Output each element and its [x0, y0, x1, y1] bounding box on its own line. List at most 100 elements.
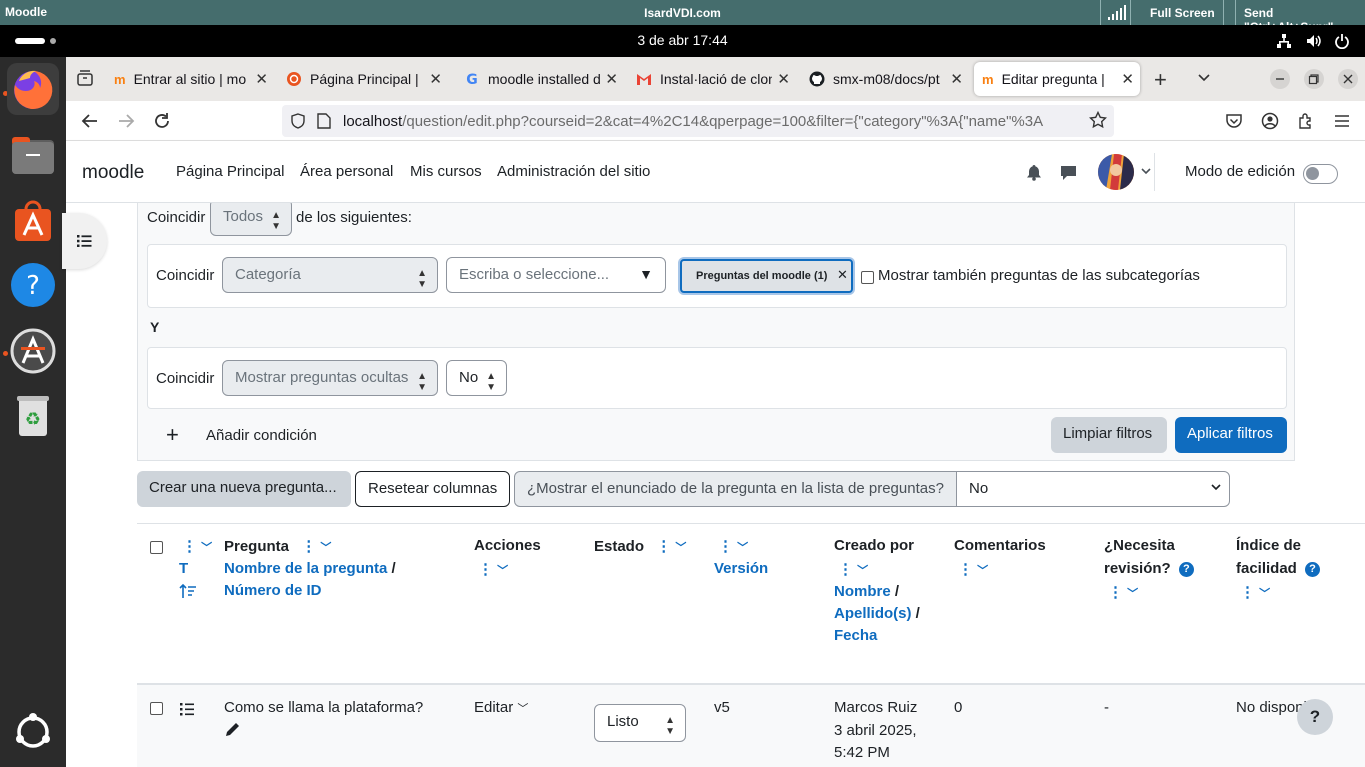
edit-mode-toggle[interactable]	[1303, 164, 1338, 184]
facility-column-menu[interactable]: ⋮ ﹀	[1240, 583, 1270, 601]
network-icon[interactable]	[1276, 33, 1292, 49]
sort-by-name-link[interactable]: Nombre de la pregunta	[224, 560, 387, 577]
software-updater-icon[interactable]	[7, 325, 59, 377]
create-question-button[interactable]: Crear una nueva pregunta...	[137, 471, 351, 507]
chevron-down-icon[interactable]	[1141, 168, 1151, 176]
clock[interactable]: 3 de abr 17:44	[0, 32, 1365, 48]
comments-column-menu[interactable]: ⋮ ﹀	[958, 560, 988, 578]
row-checkbox[interactable]	[150, 702, 163, 715]
nav-dashboard[interactable]: Área personal	[300, 163, 393, 180]
version-column-menu[interactable]: ⋮ ﹀	[718, 537, 748, 555]
needs-review-column-menu[interactable]: ⋮ ﹀	[1108, 583, 1138, 601]
nav-my-courses[interactable]: Mis cursos	[410, 163, 482, 180]
bell-icon[interactable]	[1026, 164, 1042, 181]
match-select[interactable]: Todos ▲ ▼	[210, 203, 292, 236]
reset-columns-button[interactable]: Resetear columnas	[355, 471, 510, 507]
fullscreen-button[interactable]: Full Screen	[1142, 0, 1224, 25]
help-icon[interactable]: ?	[1178, 561, 1194, 577]
page-icon[interactable]	[317, 113, 331, 129]
url-text[interactable]: localhost/question/edit.php?courseid=2&c…	[343, 113, 1103, 130]
actions-column-header: Acciones	[474, 537, 541, 554]
condition-type-select[interactable]: Mostrar preguntas ocultas ▲ ▼	[222, 360, 438, 396]
power-icon[interactable]	[1334, 33, 1350, 49]
chevron-down-icon[interactable]: ﹀	[320, 539, 331, 555]
browser-tab[interactable]: smx-m08/docs/pt ✕	[809, 62, 969, 96]
condition-type-select[interactable]: Categoría ▲ ▼	[222, 257, 438, 293]
browser-tab[interactable]: G moodle installed docker ✕	[464, 62, 624, 96]
help-icon[interactable]: ?	[1305, 561, 1321, 577]
close-icon[interactable]: ✕	[837, 267, 848, 283]
subcategories-checkbox[interactable]	[861, 271, 874, 284]
list-all-tabs-icon[interactable]	[76, 69, 94, 87]
account-icon[interactable]	[1261, 112, 1279, 130]
dropdown-arrow-icon[interactable]: ▼	[639, 266, 653, 282]
nav-home[interactable]: Página Principal	[176, 163, 284, 180]
avatar[interactable]	[1098, 154, 1134, 190]
close-icon[interactable]: ✕	[605, 70, 618, 88]
shield-icon[interactable]	[290, 113, 306, 129]
volume-icon[interactable]	[1305, 33, 1321, 49]
select-all-checkbox[interactable]	[150, 541, 163, 554]
course-index-toggle[interactable]	[62, 213, 107, 269]
show-text-select[interactable]: No	[956, 471, 1230, 507]
close-icon[interactable]: ✕	[1121, 70, 1134, 88]
add-condition-button[interactable]: Añadir condición	[206, 427, 317, 444]
nav-site-admin[interactable]: Administración del sitio	[497, 163, 650, 180]
browser-tab[interactable]: m Entrar al sitio | moodle ✕	[114, 62, 274, 96]
close-icon[interactable]: ✕	[777, 70, 790, 88]
minimize-icon[interactable]	[1270, 69, 1290, 89]
actions-column-menu[interactable]: ⋮ ﹀	[478, 560, 508, 578]
address-bar[interactable]: localhost/question/edit.php?courseid=2&c…	[282, 105, 1114, 137]
window-close-icon[interactable]	[1338, 69, 1358, 89]
pencil-icon[interactable]	[224, 721, 241, 738]
extensions-icon[interactable]	[1297, 112, 1315, 130]
restore-icon[interactable]	[1304, 69, 1324, 89]
help-button[interactable]: ?	[1297, 699, 1333, 735]
app-center-icon[interactable]	[7, 195, 59, 247]
kebab-icon[interactable]: ⋮	[656, 537, 671, 555]
category-search-input[interactable]: Escriba o seleccione... ▼	[446, 257, 666, 293]
close-icon[interactable]: ✕	[429, 70, 442, 88]
browser-tab[interactable]: Página Principal | moodle ✕	[286, 62, 448, 96]
files-icon[interactable]	[7, 130, 59, 182]
sort-by-id-link[interactable]: Número de ID	[224, 582, 322, 599]
kebab-icon[interactable]: ⋮	[301, 537, 316, 555]
sort-first-name-link[interactable]: Nombre	[834, 583, 891, 600]
browser-tab-active[interactable]: m Editar pregunta | moodle ✕	[974, 62, 1140, 96]
hidden-value-select[interactable]: No ▲ ▼	[446, 360, 507, 396]
menu-icon[interactable]	[1333, 112, 1351, 130]
forward-icon[interactable]	[117, 112, 135, 130]
pocket-icon[interactable]	[1225, 112, 1243, 130]
created-by-column-menu[interactable]: ⋮ ﹀	[838, 560, 868, 578]
new-tab-icon[interactable]: +	[1154, 67, 1167, 93]
reload-icon[interactable]	[153, 112, 171, 130]
firefox-icon[interactable]	[7, 63, 59, 115]
type-sort-link[interactable]: T	[179, 560, 188, 577]
status-select[interactable]: Listo ▲ ▼	[594, 704, 686, 742]
sort-last-name-link[interactable]: Apellido(s)	[834, 605, 912, 622]
bookmark-star-icon[interactable]	[1089, 111, 1107, 129]
back-icon[interactable]	[81, 112, 99, 130]
comments-count-link[interactable]: 0	[954, 697, 962, 719]
sort-date-link[interactable]: Fecha	[834, 627, 877, 644]
category-chip[interactable]: Preguntas del moodle (1) ✕	[680, 259, 853, 293]
help-icon[interactable]: ?	[7, 259, 59, 311]
apply-filters-button[interactable]: Aplicar filtros	[1175, 417, 1287, 453]
browser-tab[interactable]: Instal·lació de clonezilla ✕	[636, 62, 796, 96]
trash-icon[interactable]: ♻	[7, 390, 59, 442]
chevron-down-icon[interactable]	[1196, 70, 1212, 86]
show-apps-icon[interactable]	[7, 706, 59, 758]
type-column-menu[interactable]: ⋮ ﹀	[182, 537, 212, 555]
site-brand[interactable]: moodle	[82, 162, 144, 184]
edit-action-menu[interactable]: Editar ﹀	[474, 697, 528, 720]
chevron-down-icon[interactable]: ﹀	[675, 539, 686, 555]
close-icon[interactable]: ✕	[255, 70, 268, 88]
messages-icon[interactable]	[1060, 164, 1077, 181]
version-sort-link[interactable]: Versión	[714, 560, 768, 577]
send-ctrl-alt-del-button[interactable]: Send "Ctrl+Alt+Supr"	[1235, 0, 1365, 34]
signal-icon[interactable]	[1100, 0, 1131, 25]
sort-ascending-icon[interactable]	[179, 583, 197, 599]
close-icon[interactable]: ✕	[950, 70, 963, 88]
clear-filters-button[interactable]: Limpiar filtros	[1051, 417, 1167, 453]
plus-icon[interactable]: +	[166, 422, 179, 448]
